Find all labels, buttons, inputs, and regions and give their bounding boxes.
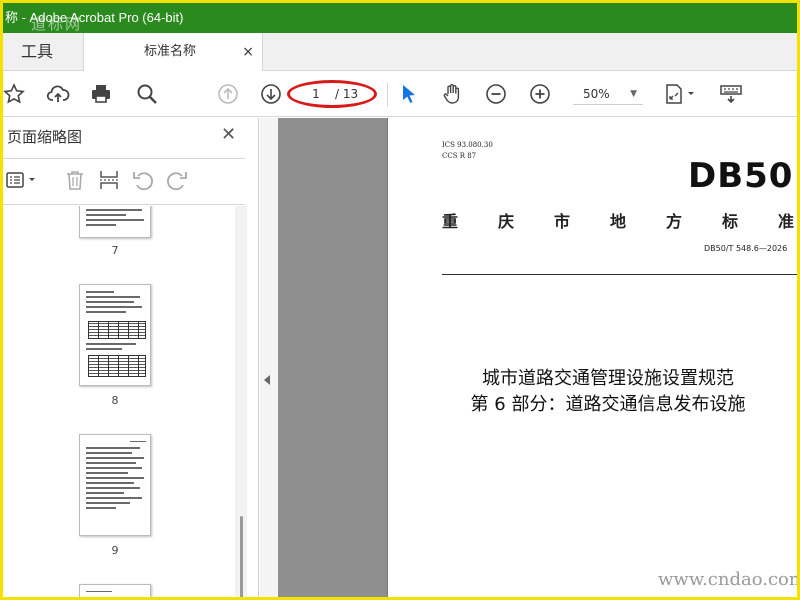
document-title-line-1: 城市道路交通管理设施设置规范 [482,368,734,389]
document-view[interactable]: ICS 93.080.30 CCS R 87 DB50 重庆市地方标准 DB50… [278,118,800,597]
select-cursor-icon[interactable] [396,81,422,107]
thumbnail-table [88,321,146,339]
highlight-ellipse [287,80,377,108]
rotate-right-icon[interactable] [165,168,189,192]
thumbnail-page-9[interactable] [79,434,151,536]
watermark-bottom: www.cndao.com [658,569,800,590]
trash-icon[interactable] [63,168,87,192]
thumbnail-list: 7 8 9 [3,206,235,597]
ccs-line: CCS R 87 [442,152,477,160]
scrollbar-thumb[interactable] [240,516,243,597]
rotate-left-icon[interactable] [131,168,155,192]
hand-icon[interactable] [439,81,465,107]
thumbnail-page-label: 7 [111,244,119,257]
document-title-line-2: 第 6 部分：道路交通信息发布设施 [470,394,746,415]
window-frame: 称 - Adobe Acrobat Pro (64-bit) 道标网 工具 标准… [0,0,800,600]
tab-document[interactable]: 标准名称 × [83,33,263,72]
page-down-icon[interactable] [258,81,284,107]
divider [3,204,245,205]
keyboard-icon[interactable] [718,81,744,107]
panel-collapse-strip[interactable] [260,118,278,597]
divider [3,158,245,159]
cloud-upload-icon[interactable] [45,81,71,107]
thumbnail-page-label: 8 [111,394,119,407]
options-menu-icon[interactable] [5,168,41,192]
thumbnail-scrollbar[interactable] [235,206,247,597]
tab-tools[interactable]: 工具 [3,33,83,71]
thumbnail-page-8[interactable] [79,284,151,386]
tab-bar: 工具 标准名称 × [3,33,797,72]
thumbnail-panel: 页面缩略图 ✕ 7 8 9 [3,118,259,597]
thumbnail-page-7[interactable] [79,206,151,238]
zoom-out-icon[interactable] [483,81,509,107]
zoom-select[interactable]: 50% ▼ [573,83,643,105]
thumbnail-toolbar [3,164,245,198]
search-icon[interactable] [134,81,160,107]
star-icon[interactable] [3,81,27,107]
collapse-panel-icon[interactable] [264,375,270,385]
standard-number: DB50/T 548.6—2026 [704,244,788,253]
panel-title: 页面缩略图 [7,128,83,146]
toolbar: 1 / 13 50% ▼ [3,71,797,117]
title-bar: 称 - Adobe Acrobat Pro (64-bit) 道标网 [3,3,797,33]
tab-document-label: 标准名称 [144,44,197,59]
db-label: DB50 [688,156,794,196]
fit-page-icon[interactable] [663,81,697,107]
close-panel-icon[interactable]: ✕ [221,124,236,145]
page-up-icon[interactable] [215,81,241,107]
thumbnail-page-label: 9 [111,544,119,557]
thumbnail-table [88,355,146,377]
document-page: ICS 93.080.30 CCS R 87 DB50 重庆市地方标准 DB50… [387,118,800,597]
zoom-in-icon[interactable] [527,81,553,107]
insert-page-icon[interactable] [97,168,121,192]
ics-line: ICS 93.080.30 [442,141,493,149]
toolbar-divider [387,83,388,107]
chevron-down-icon: ▼ [630,89,637,99]
print-icon[interactable] [88,81,114,107]
ics-code: ICS 93.080.30 CCS R 87 [442,140,493,162]
close-tab-icon[interactable]: × [242,33,254,71]
thumbnail-page-10[interactable] [79,584,151,597]
standard-title: 重庆市地方标准 [442,212,800,231]
title-rule [442,274,797,275]
zoom-value: 50% [583,87,610,101]
